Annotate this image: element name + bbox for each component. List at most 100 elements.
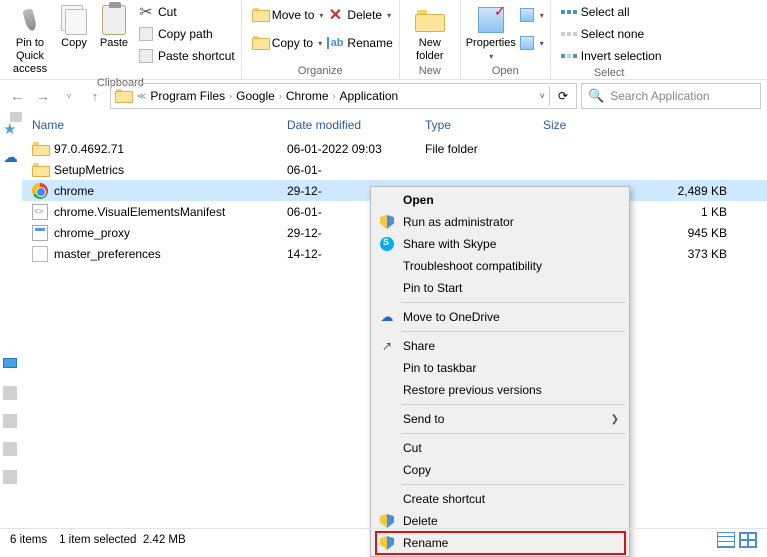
column-name[interactable]: Name bbox=[22, 118, 277, 132]
nav-scrollbar[interactable] bbox=[10, 112, 22, 528]
refresh-button[interactable]: ⟳ bbox=[554, 89, 572, 103]
copy-path-label: Copy path bbox=[158, 27, 213, 41]
ctx-cut-label: Cut bbox=[403, 441, 422, 455]
ctx-copy[interactable]: Copy bbox=[373, 459, 627, 481]
ribbon-group-organize: Move to Copy to ✕Delete abRename Organiz… bbox=[242, 0, 400, 79]
file-icon bbox=[32, 246, 48, 262]
select-none-button[interactable]: Select none bbox=[561, 24, 662, 44]
search-box[interactable]: 🔍 Search Application bbox=[581, 83, 761, 109]
ctx-onedrive[interactable]: ☁Move to OneDrive bbox=[373, 306, 627, 328]
copy-path-icon bbox=[138, 26, 154, 42]
ctx-restore[interactable]: Restore previous versions bbox=[373, 379, 627, 401]
delete-icon: ✕ bbox=[327, 7, 343, 23]
address-bar[interactable]: ≪ Program Files › Google › Chrome › Appl… bbox=[110, 83, 577, 109]
column-date[interactable]: Date modified bbox=[277, 118, 415, 132]
select-none-icon bbox=[561, 26, 577, 42]
organize-group-label: Organize bbox=[248, 64, 393, 79]
file-name: SetupMetrics bbox=[54, 163, 124, 177]
file-name: chrome_proxy bbox=[54, 226, 130, 240]
nav-forward-button[interactable]: → bbox=[32, 85, 54, 107]
copy-to-label: Copy to bbox=[272, 36, 313, 50]
paste-label: Paste bbox=[100, 37, 128, 50]
properties-button[interactable]: ✓ Properties bbox=[467, 2, 515, 63]
chevron-right-icon: ❯ bbox=[611, 414, 619, 425]
ctx-pin-start[interactable]: Pin to Start bbox=[373, 277, 627, 299]
nav-back-button[interactable]: ← bbox=[6, 85, 28, 107]
cut-label: Cut bbox=[158, 5, 177, 19]
breadcrumb-seg[interactable]: Application bbox=[340, 89, 399, 103]
file-row[interactable]: SetupMetrics06-01- bbox=[22, 159, 767, 180]
ctx-shortcut[interactable]: Create shortcut bbox=[373, 488, 627, 510]
new-folder-icon bbox=[415, 8, 445, 32]
status-size: 2.42 MB bbox=[143, 534, 186, 546]
column-size[interactable]: Size bbox=[533, 118, 767, 132]
breadcrumb-seg[interactable]: Chrome bbox=[286, 89, 329, 103]
thumbnails-view-button[interactable] bbox=[739, 532, 757, 548]
copy-button[interactable]: Copy bbox=[54, 2, 94, 50]
ctx-run-admin[interactable]: Run as administrator bbox=[373, 211, 627, 233]
address-dropdown[interactable]: ˅ bbox=[540, 91, 545, 101]
copy-label: Copy bbox=[61, 37, 87, 50]
file-row[interactable]: 97.0.4692.7106-01-2022 09:03File folder bbox=[22, 138, 767, 159]
invert-selection-button[interactable]: Invert selection bbox=[561, 46, 662, 66]
details-view-button[interactable] bbox=[717, 532, 735, 548]
paste-shortcut-label: Paste shortcut bbox=[158, 49, 235, 63]
ctx-troubleshoot[interactable]: Troubleshoot compatibility bbox=[373, 255, 627, 277]
select-all-button[interactable]: Select all bbox=[561, 2, 662, 22]
delete-button[interactable]: ✕Delete bbox=[327, 5, 392, 25]
breadcrumb-seg[interactable]: Google bbox=[236, 89, 275, 103]
copy-path-button[interactable]: Copy path bbox=[138, 24, 235, 44]
folder-icon bbox=[32, 162, 48, 178]
navbar: ← → ˅ ↑ ≪ Program Files › Google › Chrom… bbox=[0, 80, 767, 112]
rename-button[interactable]: abRename bbox=[327, 33, 392, 53]
new-folder-button[interactable]: New folder bbox=[406, 2, 454, 63]
column-type[interactable]: Type bbox=[415, 118, 533, 132]
copy-to-button[interactable]: Copy to bbox=[252, 33, 324, 53]
ctx-share[interactable]: ↗Share bbox=[373, 335, 627, 357]
ctx-copy-label: Copy bbox=[403, 463, 431, 477]
file-name: 97.0.4692.71 bbox=[54, 142, 124, 156]
ctx-skype-label: Share with Skype bbox=[403, 237, 496, 251]
paste-button[interactable]: Paste bbox=[94, 2, 134, 50]
pin-quick-access-button[interactable]: Pin to Quick access bbox=[6, 2, 54, 76]
file-date: 06-01-2022 09:03 bbox=[277, 142, 415, 156]
nav-up-button[interactable]: ↑ bbox=[84, 85, 106, 107]
ctx-open[interactable]: Open bbox=[373, 189, 627, 211]
invert-selection-icon bbox=[561, 48, 577, 64]
nav-recent-dropdown[interactable]: ˅ bbox=[58, 85, 80, 107]
breadcrumb-seg[interactable]: Program Files bbox=[150, 89, 225, 103]
paste-shortcut-button[interactable]: Paste shortcut bbox=[138, 46, 235, 66]
select-all-icon bbox=[561, 4, 577, 20]
edit-icon bbox=[519, 35, 535, 51]
ctx-delete-label: Delete bbox=[403, 514, 438, 528]
ctx-pin-taskbar[interactable]: Pin to taskbar bbox=[373, 357, 627, 379]
ctx-skype[interactable]: Share with Skype bbox=[373, 233, 627, 255]
pin-icon bbox=[22, 8, 37, 32]
ribbon-group-clipboard: Pin to Quick access Copy Paste ✂Cut Copy… bbox=[0, 0, 242, 79]
move-to-icon bbox=[252, 7, 268, 23]
file-name: master_preferences bbox=[54, 247, 161, 261]
edit-dropdown[interactable] bbox=[519, 33, 544, 53]
new-folder-label: New folder bbox=[406, 37, 454, 63]
ribbon-group-select: Select all Select none Invert selection … bbox=[551, 0, 668, 79]
navigation-pane[interactable]: ★ ☁ bbox=[0, 112, 22, 528]
ctx-send-to[interactable]: Send to❯ bbox=[373, 408, 627, 430]
move-to-button[interactable]: Move to bbox=[252, 5, 324, 25]
status-selected: 1 item selected bbox=[59, 534, 136, 546]
skype-icon bbox=[379, 236, 395, 252]
pin-quick-access-label: Pin to Quick access bbox=[6, 37, 54, 76]
share-icon: ↗ bbox=[379, 338, 395, 354]
cut-button[interactable]: ✂Cut bbox=[138, 2, 235, 22]
ctx-cut[interactable]: Cut bbox=[373, 437, 627, 459]
paste-shortcut-icon bbox=[138, 48, 154, 64]
select-all-label: Select all bbox=[581, 5, 630, 19]
file-name: chrome bbox=[54, 184, 94, 198]
ctx-shortcut-label: Create shortcut bbox=[403, 492, 485, 506]
status-bar: 6 items 1 item selected 2.42 MB bbox=[0, 528, 767, 550]
shield-icon bbox=[379, 214, 395, 230]
location-icon bbox=[115, 89, 133, 103]
file-name: chrome.VisualElementsManifest bbox=[54, 205, 225, 219]
open-dropdown[interactable] bbox=[519, 5, 544, 25]
select-none-label: Select none bbox=[581, 27, 644, 41]
column-headers: Name Date modified Type Size bbox=[22, 112, 767, 138]
